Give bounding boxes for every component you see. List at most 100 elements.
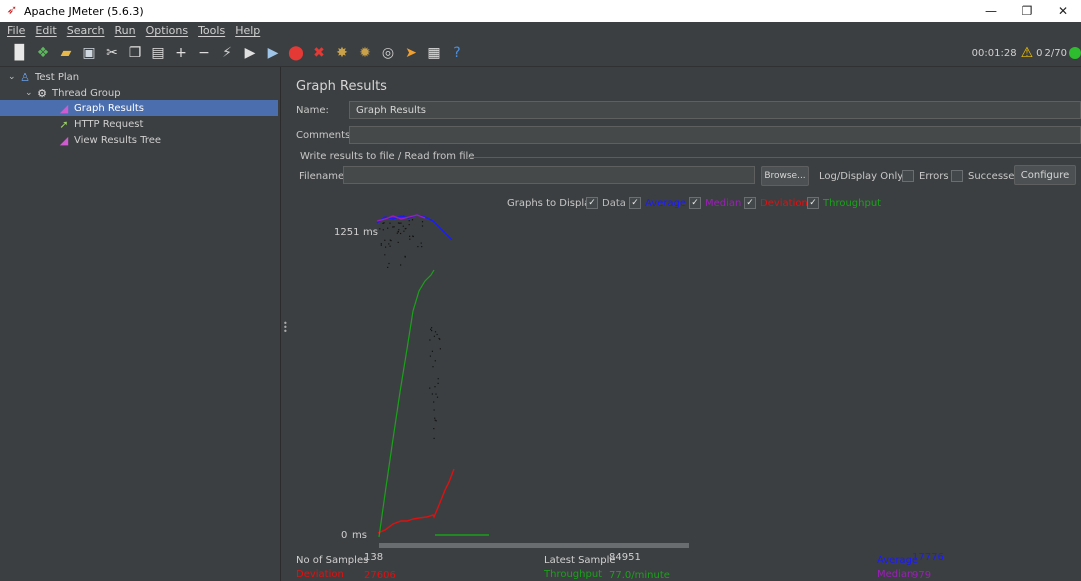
data-point: [397, 230, 399, 233]
help-icon[interactable]: ?: [447, 43, 467, 63]
data-point: [411, 219, 414, 221]
data-point: [431, 350, 433, 352]
start-no-pauses-icon[interactable]: ▶: [263, 43, 283, 63]
data-point: [409, 235, 411, 237]
errors-checkbox[interactable]: [902, 170, 914, 182]
graph-results-panel: Graph Results Name: Comments: Write resu…: [289, 67, 1081, 581]
paste-icon[interactable]: ▤: [148, 43, 168, 63]
elapsed-timer: 00:01:28: [971, 47, 1017, 59]
data-point: [396, 232, 398, 234]
templates-icon[interactable]: ❖: [33, 43, 53, 63]
running-indicator-icon: [1069, 47, 1081, 59]
warning-count: 0: [1036, 47, 1043, 59]
deviation-label: Deviation: [296, 569, 344, 580]
reset-search-icon[interactable]: ➤: [401, 43, 421, 63]
menu-run[interactable]: Run: [110, 24, 141, 37]
deviation-value: 27606: [364, 570, 396, 581]
restore-button[interactable]: ❐: [1009, 0, 1045, 22]
data-point: [408, 220, 410, 222]
menu-options[interactable]: Options: [141, 24, 193, 37]
warning-icon[interactable]: ⚠: [1021, 45, 1034, 61]
data-point: [435, 393, 437, 395]
series-average: [376, 214, 453, 241]
data-point: [432, 366, 434, 368]
comments-label: Comments:: [296, 130, 354, 141]
browse-button[interactable]: Browse...: [761, 166, 809, 186]
open-icon[interactable]: ▰: [56, 43, 76, 63]
comments-input[interactable]: [349, 126, 1081, 144]
copy-icon[interactable]: ❐: [125, 43, 145, 63]
split-pane-divider[interactable]: • • •: [282, 67, 288, 581]
menu-help[interactable]: Help: [230, 24, 265, 37]
active-threads: 2/70: [1044, 47, 1067, 59]
data-point: [387, 266, 389, 268]
menu-tools[interactable]: Tools: [193, 24, 230, 37]
tree-node-label: Test Plan: [35, 71, 80, 83]
throughput-label: Throughput: [544, 569, 603, 580]
data-point: [385, 246, 387, 248]
data-point: [436, 333, 438, 336]
data-point: [389, 222, 391, 224]
search-icon[interactable]: ◎: [378, 43, 398, 63]
data-point: [437, 378, 439, 380]
successes-checkbox[interactable]: [951, 170, 963, 182]
file-group-label: Write results to file / Read from file: [300, 151, 475, 162]
data-point: [397, 241, 399, 243]
tree-node-thread-group[interactable]: ⌄ ⚙ Thread Group: [25, 85, 278, 101]
function-helper-icon[interactable]: ▦: [424, 43, 444, 63]
data-point: [380, 243, 382, 245]
minimize-button[interactable]: —: [973, 0, 1009, 22]
data-point: [403, 230, 405, 232]
data-point: [404, 256, 406, 258]
data-point: [388, 262, 390, 265]
shutdown-icon[interactable]: ✖: [309, 43, 329, 63]
data-point: [429, 339, 431, 341]
data-point: [392, 226, 394, 228]
toggle-icon[interactable]: ⚡: [217, 43, 237, 63]
chevron-down-icon[interactable]: ⌄: [8, 72, 18, 82]
tree-node-label: View Results Tree: [74, 134, 162, 146]
filename-input[interactable]: [343, 166, 755, 184]
y-axis-bottom-unit: ms: [352, 530, 367, 541]
group-border: [467, 157, 1081, 158]
graph-horizontal-scrollbar[interactable]: [379, 543, 689, 548]
chevron-down-icon[interactable]: ⌄: [25, 88, 35, 98]
pipette-icon: ➚: [59, 117, 69, 131]
data-point: [379, 228, 381, 230]
no-of-samples-label: No of Samples: [296, 555, 369, 566]
cut-icon[interactable]: ✂: [102, 43, 122, 63]
data-point: [400, 264, 402, 266]
median-label: Median: [877, 569, 914, 580]
tree-node-test-plan[interactable]: ⌄ ♙ Test Plan: [8, 69, 278, 85]
clear-icon[interactable]: ✸: [332, 43, 352, 63]
y-axis-top-label: 1251: [334, 227, 359, 238]
expand-icon[interactable]: +: [171, 43, 191, 63]
data-point: [393, 226, 395, 228]
tree-node-view-results-tree[interactable]: ◢ View Results Tree: [57, 132, 277, 148]
menu-edit[interactable]: Edit: [30, 24, 61, 37]
drag-handle-icon[interactable]: • • •: [283, 320, 288, 336]
save-icon[interactable]: ▣: [79, 43, 99, 63]
tree-node-label: Thread Group: [52, 87, 121, 99]
close-button[interactable]: ✕: [1045, 0, 1081, 22]
stop-icon[interactable]: ⬤: [286, 43, 306, 63]
data-point: [434, 386, 436, 388]
data-point: [389, 239, 391, 241]
log-display-only-label: Log/Display Only:: [819, 171, 906, 182]
tree-node-graph-results[interactable]: ◢ Graph Results: [0, 100, 278, 116]
new-icon[interactable]: ▉: [10, 43, 30, 63]
menu-search[interactable]: Search: [62, 24, 110, 37]
configure-button[interactable]: Configure: [1014, 165, 1076, 185]
data-point: [400, 232, 402, 235]
filename-label: Filename: [299, 171, 345, 182]
name-input[interactable]: [349, 101, 1081, 119]
data-point: [382, 229, 384, 231]
data-point: [429, 355, 431, 357]
clear-all-icon[interactable]: ✹: [355, 43, 375, 63]
y-axis-top-unit: ms: [363, 227, 378, 238]
tree-node-http-request[interactable]: ➚ HTTP Request: [57, 116, 277, 132]
collapse-icon[interactable]: −: [194, 43, 214, 63]
menu-file[interactable]: File: [2, 24, 30, 37]
successes-label: Successes: [968, 171, 1020, 182]
start-icon[interactable]: ▶: [240, 43, 260, 63]
